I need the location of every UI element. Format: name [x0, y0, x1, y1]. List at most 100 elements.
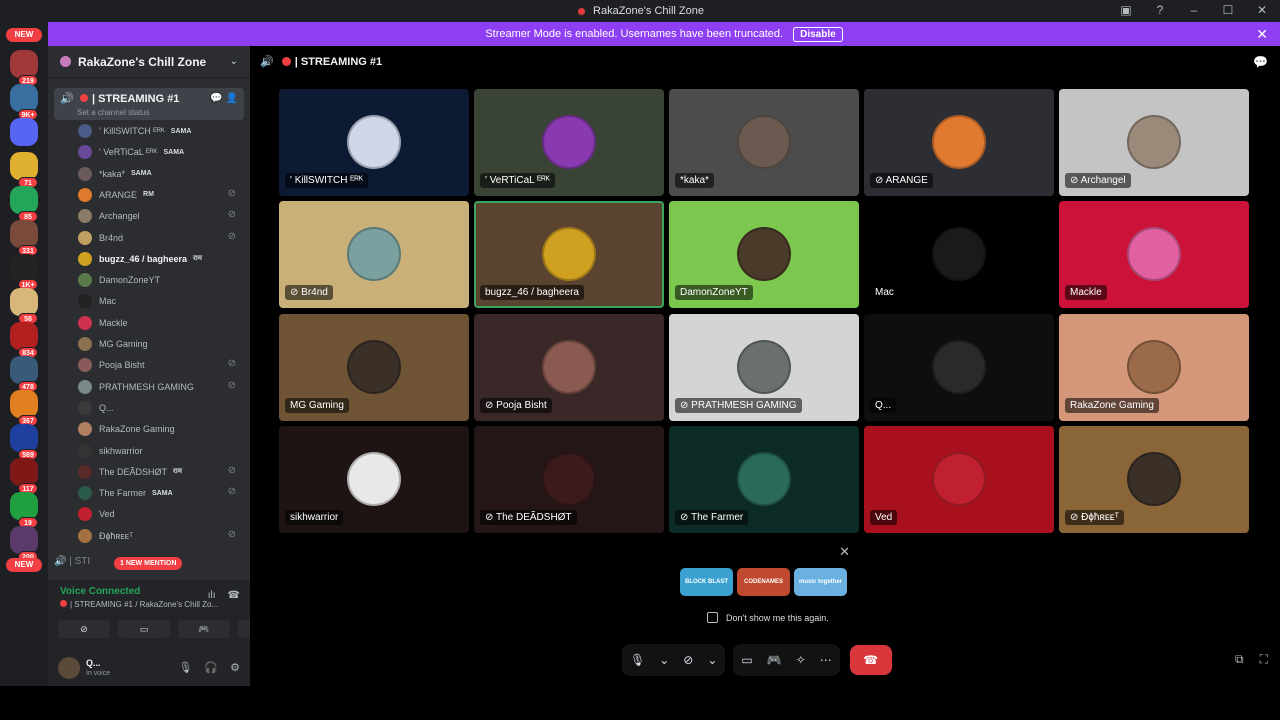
voice-connected-status[interactable]: Voice Connected	[60, 586, 140, 597]
participant-tile[interactable]: Mackle	[1059, 201, 1249, 309]
voice-member[interactable]: Q...	[78, 399, 242, 417]
avatar[interactable]	[58, 657, 80, 679]
participant-tile[interactable]: MG Gaming	[279, 313, 469, 421]
voice-member[interactable]: The DEÃDSHØT राम ⊘	[78, 463, 242, 481]
participant-tile[interactable]: ' KillSWITCH ᴱᴿᴷ	[279, 89, 469, 196]
close-icon[interactable]: ✕	[1254, 3, 1270, 17]
voice-member[interactable]: ARANGE RM ⊘	[78, 186, 242, 204]
server-icon[interactable]	[10, 118, 38, 146]
participant-tile[interactable]: ⊘ Br4nd	[279, 201, 469, 309]
dont-show-checkbox[interactable]	[707, 612, 718, 623]
voice-member[interactable]: Ved	[78, 505, 242, 523]
server-icon[interactable]: 117	[10, 458, 38, 494]
camera-off-button[interactable]: ⊘	[58, 620, 110, 638]
participant-tile[interactable]: RakaZone Gaming	[1059, 313, 1249, 421]
chat-icon[interactable]: 💬	[210, 93, 222, 104]
server-icon[interactable]: 834	[10, 322, 38, 358]
server-icon[interactable]: 9K+	[10, 84, 38, 120]
server-header[interactable]: RakaZone's Chill Zone ⌄	[48, 46, 250, 78]
participant-tile[interactable]: ⊘ The Farmer	[669, 425, 859, 533]
chevron-down-icon[interactable]: ⌄	[230, 56, 238, 67]
participant-tile[interactable]: ' VeRTiCaL ᴱᴿᴷ	[474, 89, 664, 196]
more-icon[interactable]: ⋯	[820, 653, 832, 667]
banner-close-icon[interactable]: ✕	[1256, 26, 1268, 43]
disconnect-icon[interactable]: ☎	[228, 590, 240, 601]
soundboard-icon[interactable]: ✧	[796, 653, 806, 667]
current-voice-channel[interactable]: 🔊 | STREAMING #1 Set a channel status 💬 …	[54, 88, 244, 120]
server-icon[interactable]: 71	[10, 152, 38, 188]
participant-tile[interactable]: ⊘ ARANGE	[864, 89, 1054, 196]
activity-card[interactable]: BLOCK BLAST	[680, 568, 733, 596]
new-badge-top[interactable]: NEW	[6, 28, 42, 42]
microphone-icon[interactable]: 🎙	[178, 661, 192, 674]
server-icon[interactable]: 200	[10, 526, 38, 562]
voice-member[interactable]: DamonZoneYT	[78, 271, 242, 289]
voice-member[interactable]: Mackle	[78, 314, 242, 332]
participant-tile[interactable]: ⊘ Đɸħʀᴇᴇᵀ	[1059, 425, 1249, 533]
voice-member[interactable]: The Farmer SAMA ⊘	[78, 484, 242, 502]
activity-card[interactable]: music together	[794, 568, 847, 596]
voice-channel-path[interactable]: | STREAMING #1 / RakaZone's Chill Zo...	[60, 600, 236, 609]
voice-member[interactable]: Archangel ⊘	[78, 207, 242, 225]
next-voice-channel[interactable]: 🔊 | STI 1 NEW MENTION	[54, 556, 244, 574]
headphones-icon[interactable]: 🎧	[204, 661, 218, 674]
activity-icon[interactable]: 🎮	[767, 653, 782, 667]
minimize-icon[interactable]: –	[1186, 3, 1202, 17]
invite-icon[interactable]: 👤	[226, 93, 238, 104]
maximize-icon[interactable]: ☐	[1220, 3, 1236, 17]
popout-icon[interactable]: ⧉	[1235, 652, 1244, 667]
voice-member[interactable]: MG Gaming	[78, 335, 242, 353]
voice-member[interactable]: Đɸħʀᴇᴇᵀ ⊘	[78, 527, 242, 545]
chat-icon[interactable]: 💬	[1253, 55, 1268, 69]
screen-share-button[interactable]: ▭	[118, 620, 170, 638]
participant-tile[interactable]: ⊘ PRATHMESH GAMING	[669, 313, 859, 421]
microphone-icon[interactable]: 🎙	[630, 653, 645, 667]
participant-tile[interactable]: ⊘ The DEÃDSHØT	[474, 425, 664, 533]
voice-member[interactable]: bugzz_46 / bagheera राम	[78, 250, 242, 268]
camera-off-icon[interactable]: ⊘	[683, 653, 693, 667]
server-icon[interactable]: 589	[10, 424, 38, 460]
participant-tile[interactable]: Mac	[864, 201, 1054, 309]
dont-show-option[interactable]: Don't show me this again.	[707, 612, 829, 623]
voice-member[interactable]: *kaka* SAMA	[78, 165, 242, 183]
server-icon[interactable]: 19	[10, 492, 38, 528]
participant-tile[interactable]: Ved	[864, 425, 1054, 533]
participant-tile[interactable]: sikhwarrior	[279, 425, 469, 533]
voice-member[interactable]: Pooja Bisht ⊘	[78, 356, 242, 374]
gear-icon[interactable]: ⚙	[230, 661, 240, 674]
participant-tile[interactable]: *kaka*	[669, 89, 859, 196]
participant-tile[interactable]: bugzz_46 / bagheera	[474, 201, 664, 309]
participant-tile[interactable]: DamonZoneYT	[669, 201, 859, 309]
server-icon[interactable]: 1K+	[10, 254, 38, 290]
participant-tile[interactable]: Q...	[864, 313, 1054, 421]
activity-card[interactable]: CODENAMES	[737, 568, 790, 596]
leave-call-button[interactable]: ☎	[849, 645, 892, 675]
help-icon[interactable]: ?	[1152, 3, 1168, 17]
server-icon[interactable]: 367	[10, 390, 38, 426]
channel-status[interactable]: Set a channel status	[77, 108, 150, 117]
voice-member[interactable]: RakaZone Gaming	[78, 420, 242, 438]
screen-icon[interactable]: ▣	[1118, 3, 1134, 17]
new-badge-bottom[interactable]: NEW	[6, 558, 42, 572]
server-icon[interactable]: 478	[10, 356, 38, 392]
voice-member[interactable]: PRATHMESH GAMING ⊘	[78, 378, 242, 396]
voice-member[interactable]: sikhwarrior	[78, 442, 242, 460]
fullscreen-icon[interactable]: ⛶	[1260, 652, 1268, 667]
new-mention-badge[interactable]: 1 NEW MENTION	[114, 557, 183, 570]
server-icon[interactable]: 219	[10, 50, 38, 86]
activity-button[interactable]: 🎮	[178, 620, 230, 638]
noise-suppression-icon[interactable]: ılı	[208, 590, 216, 601]
screen-share-icon[interactable]: ▭	[741, 653, 752, 667]
chevron-down-icon[interactable]: ⌄	[659, 653, 669, 667]
voice-member[interactable]: Br4nd ⊘	[78, 229, 242, 247]
close-icon[interactable]: ✕	[839, 544, 850, 560]
participant-tile[interactable]: ⊘ Pooja Bisht	[474, 313, 664, 421]
voice-member[interactable]: ' VeRTiCaL ᴱᴿᴷ SAMA	[78, 143, 242, 161]
server-icon[interactable]: 85	[10, 186, 38, 222]
chevron-down-icon[interactable]: ⌄	[707, 653, 717, 667]
participant-tile[interactable]: ⊘ Archangel	[1059, 89, 1249, 196]
voice-member[interactable]: Mac	[78, 292, 242, 310]
server-icon[interactable]: 58	[10, 288, 38, 324]
server-icon[interactable]: 331	[10, 220, 38, 256]
disable-button[interactable]: Disable	[793, 26, 843, 42]
